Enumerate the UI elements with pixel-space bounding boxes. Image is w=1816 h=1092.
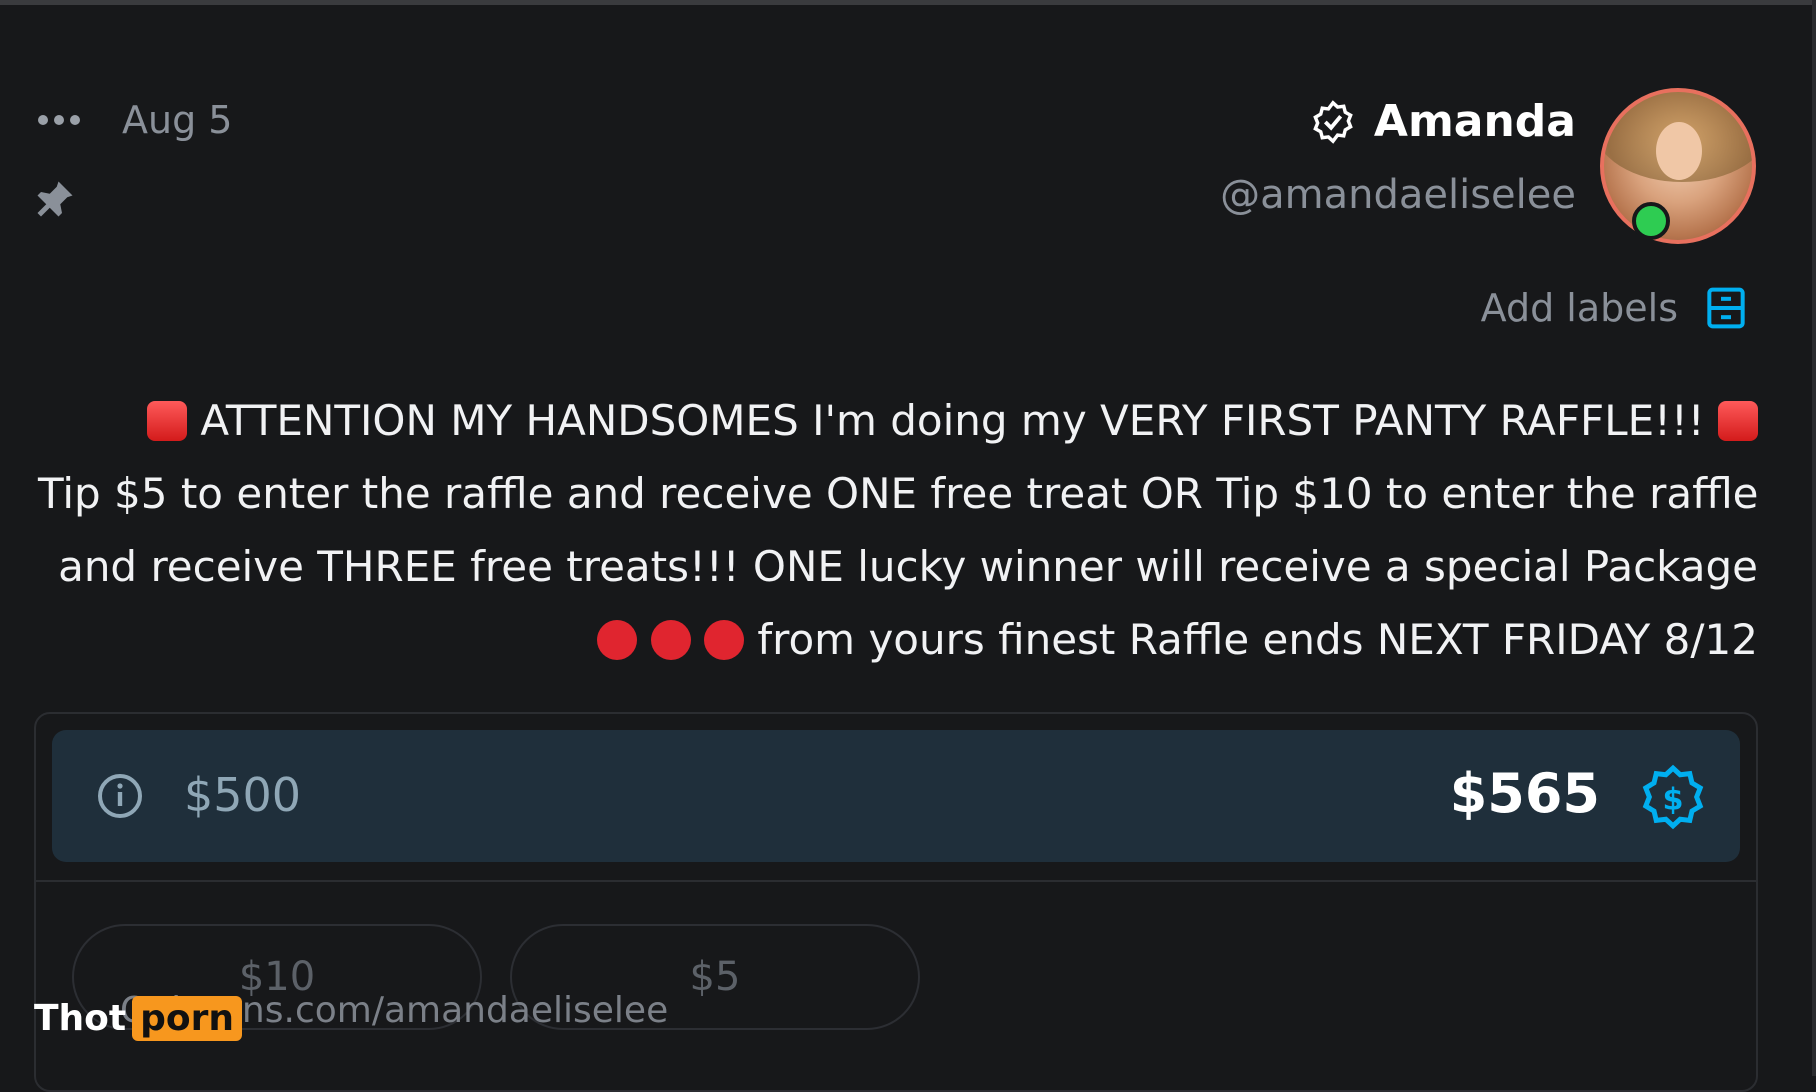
post-line: from yours finest Raffle ends NEXT FRIDA… bbox=[38, 603, 1758, 676]
heart-emoji bbox=[704, 620, 744, 660]
verified-icon bbox=[1313, 99, 1353, 144]
author-handle[interactable]: @amandaeliselee bbox=[1220, 172, 1576, 218]
card-divider bbox=[36, 880, 1756, 882]
right-divider bbox=[1812, 0, 1816, 1076]
watermark-logo: Thot porn bbox=[34, 996, 243, 1041]
heart-emoji bbox=[597, 620, 638, 660]
online-status-dot bbox=[1632, 202, 1670, 240]
post-line: and receive THREE free treats!!! ONE luc… bbox=[58, 542, 1758, 591]
avatar[interactable] bbox=[1600, 88, 1756, 244]
author-name[interactable]: Amanda bbox=[1374, 96, 1576, 147]
add-labels-text: Add labels bbox=[1480, 286, 1678, 330]
labels-icon bbox=[1707, 287, 1745, 329]
goal-amount: $565 bbox=[1449, 762, 1600, 825]
info-icon[interactable] bbox=[96, 772, 144, 820]
top-divider bbox=[0, 0, 1816, 5]
heart-emoji bbox=[650, 620, 691, 660]
post-line: Tip $5 to enter the raffle and receive O… bbox=[38, 469, 1759, 518]
add-labels-button[interactable]: Add labels bbox=[1481, 286, 1746, 330]
pin-icon[interactable] bbox=[34, 178, 76, 220]
post-line: ATTENTION MY HANDSOMES I'm doing my VERY… bbox=[38, 384, 1758, 457]
goal-target: $500 bbox=[184, 768, 302, 822]
post-text: ATTENTION MY HANDSOMES I'm doing my VERY… bbox=[38, 384, 1759, 676]
svg-text:$: $ bbox=[1662, 782, 1683, 817]
tip-goal-icon: $ bbox=[1642, 764, 1704, 830]
tip-goal-bar: $500 $565 $ bbox=[52, 730, 1740, 862]
siren-emoji bbox=[1718, 401, 1758, 441]
siren-emoji bbox=[147, 401, 188, 441]
post-meta: Aug 5 bbox=[38, 98, 232, 142]
author-line[interactable]: Amanda bbox=[1310, 96, 1576, 147]
post-date: Aug 5 bbox=[122, 98, 233, 142]
tip-goal-card: $500 $565 $ $5 $10 bbox=[34, 712, 1758, 1092]
more-icon[interactable] bbox=[38, 115, 80, 125]
